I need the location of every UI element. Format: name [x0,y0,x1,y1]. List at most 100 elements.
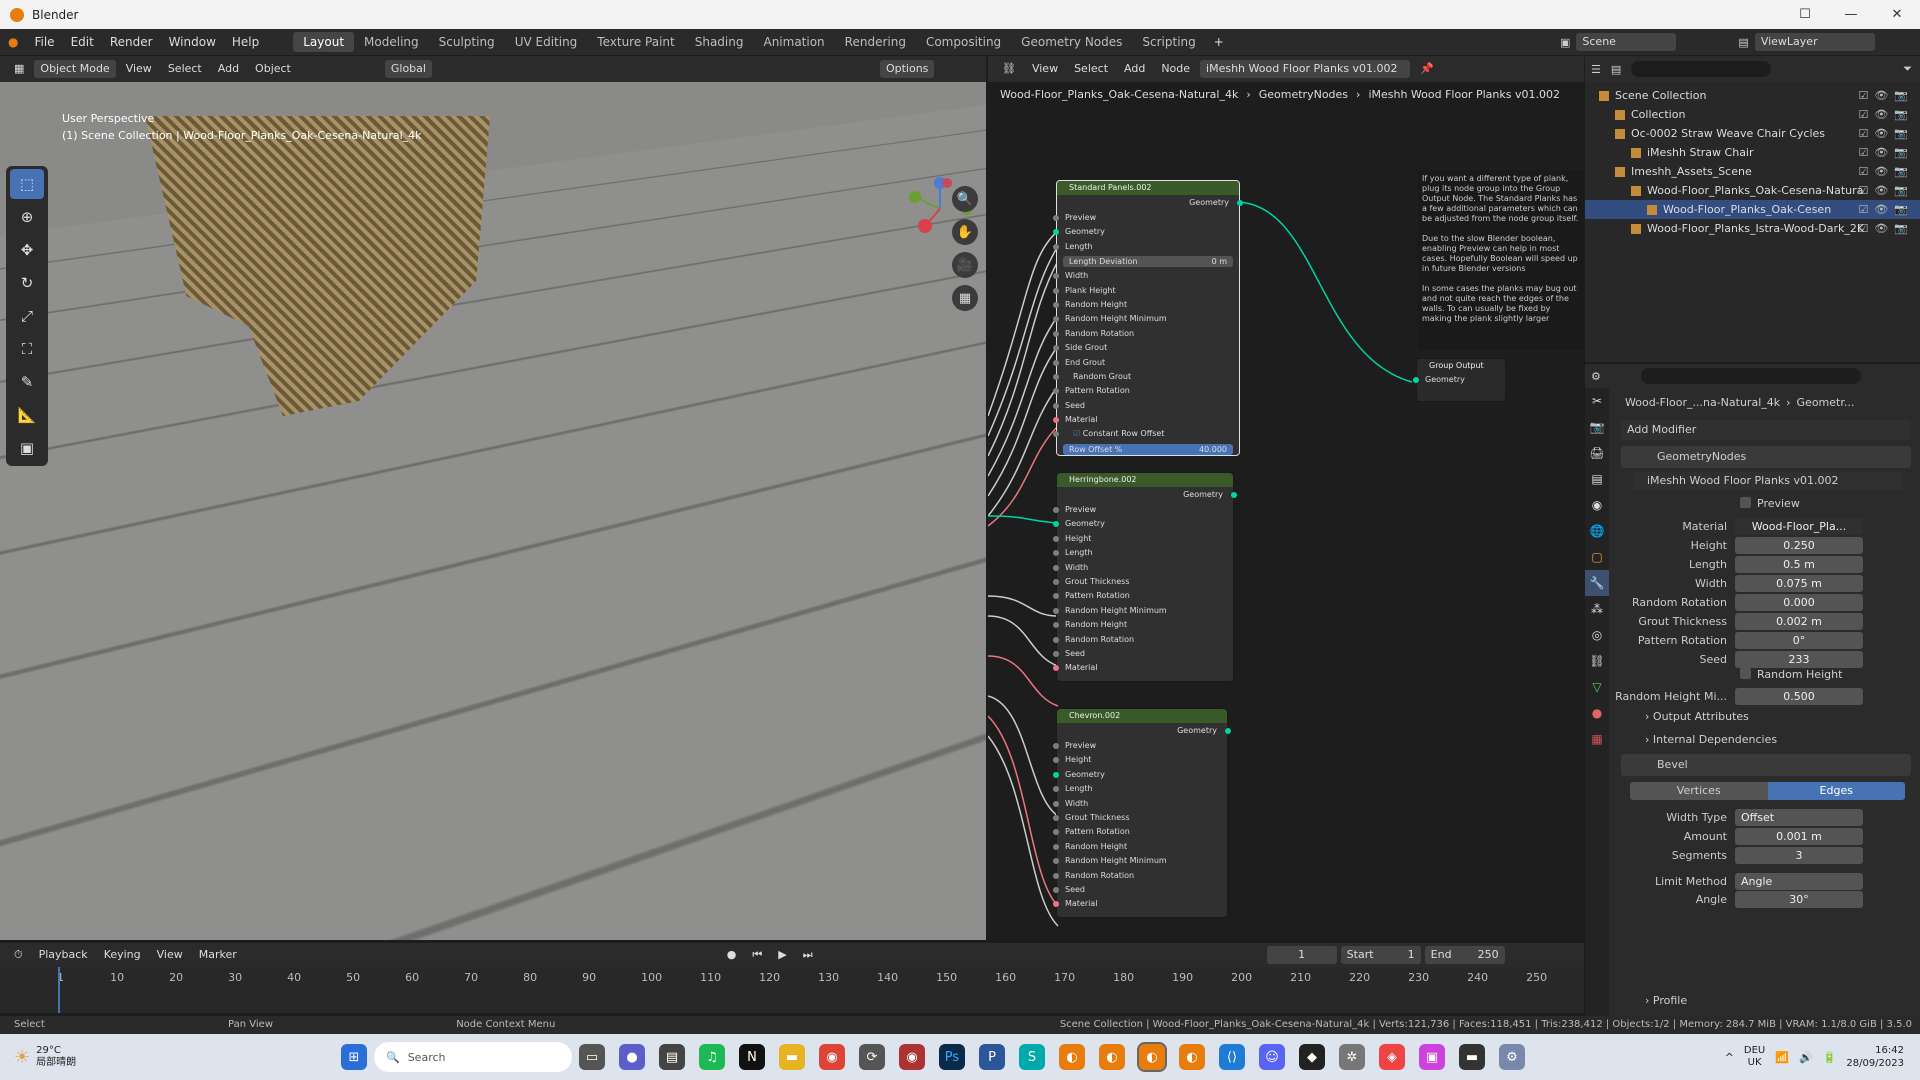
input-socket-material[interactable]: Material [1053,661,1233,675]
viewport-menu-select[interactable]: Select [162,60,208,78]
rotate-icon[interactable]: ↻ [10,268,44,298]
editor-type-icon[interactable]: ▦ [8,60,30,78]
input-socket-seed[interactable]: Seed [1053,883,1227,897]
current-frame-field[interactable]: 1 [1266,946,1337,964]
spotify-icon[interactable]: ♫ [699,1044,725,1070]
windows-start-icon[interactable]: ⊞ [341,1044,367,1070]
outliner-item[interactable]: Scene Collection ☑👁📷 [1585,86,1920,105]
jump-start-icon[interactable]: ⏮ [746,946,768,964]
menu-file[interactable]: File [26,35,62,49]
output-tab-icon[interactable]: 🖨 [1585,440,1609,466]
blender-taskbar-icon[interactable]: ◐ [1059,1044,1085,1070]
field-value[interactable]: Offset [1735,808,1863,826]
object-mode-dropdown[interactable]: Object Mode [34,60,116,78]
sync-icon[interactable]: ⟳ [859,1044,885,1070]
input-socket-height[interactable]: Height [1053,753,1227,767]
outliner-item[interactable]: Imeshh_Assets_Scene ☑👁📷 [1585,162,1920,181]
profile-panel[interactable]: › Profile [1645,994,1687,1007]
tab-modeling[interactable]: Modeling [354,32,429,52]
tab-compositing[interactable]: Compositing [916,32,1011,52]
editor-type-icon[interactable]: ⛓ [996,60,1022,78]
clock[interactable]: 16:42 28/09/2023 [1846,1044,1904,1070]
input-socket-random-height[interactable]: Random Height [1053,840,1227,854]
input-socket-width[interactable]: Width [1053,561,1233,575]
input-socket-seed[interactable]: Seed [1053,647,1233,661]
display-mode-icon[interactable]: ▤ [1611,63,1621,76]
chrome-icon[interactable]: ◉ [819,1044,845,1070]
blender-menu-icon[interactable]: ● [0,35,26,49]
terminal-icon[interactable]: ▬ [1459,1044,1485,1070]
preview-checkbox[interactable]: Preview [1740,497,1800,510]
tab-rendering[interactable]: Rendering [835,32,916,52]
publisher-icon[interactable]: P [979,1044,1005,1070]
chrome-dev-icon[interactable]: ◉ [899,1044,925,1070]
file-explorer-icon[interactable]: ▬ [779,1044,805,1070]
input-socket-length[interactable]: Length [1053,546,1233,560]
maximize-button[interactable]: ☐ [1782,0,1828,29]
blender-taskbar-icon-active[interactable]: ◐ [1137,1042,1167,1072]
input-socket-side-grout[interactable]: Side Grout [1053,341,1239,355]
node-output-geometry[interactable]: Geometry [1057,195,1243,211]
input-socket-random-height[interactable]: Random Height [1053,298,1239,312]
filter-icon[interactable]: ⏷ [1903,62,1912,76]
outliner-item[interactable]: Wood-Floor_Planks_Istra-Wood-Dark_2K ☑👁📷 [1585,219,1920,238]
input-socket-random-rotation[interactable]: Random Rotation [1053,869,1227,883]
outliner-item[interactable]: Wood-Floor_Planks_Oak-Cesena-Natura ☑👁📷 [1585,181,1920,200]
field-value[interactable]: 0.250 [1735,536,1863,554]
group-output-geometry-socket[interactable]: Geometry [1413,373,1505,387]
input-socket-seed[interactable]: Seed [1053,399,1239,413]
marker-menu[interactable]: Marker [193,946,243,964]
visibility-icons[interactable]: ☑👁📷 [1858,200,1914,219]
record-icon[interactable]: ● [721,946,743,964]
task-view-icon[interactable]: ▭ [579,1044,605,1070]
add-cube-icon[interactable]: ▣ [10,433,44,463]
input-socket-pattern-rotation[interactable]: Pattern Rotation [1053,384,1239,398]
node-menu-view[interactable]: View [1026,60,1064,78]
node-menu-node[interactable]: Node [1155,60,1196,78]
render-tab-icon[interactable]: 📷 [1585,414,1609,440]
keyboard-language[interactable]: DEU UK [1744,1045,1765,1069]
blender-taskbar-icon-2[interactable]: ◐ [1099,1044,1125,1070]
app-icon[interactable]: ▤ [659,1044,685,1070]
input-socket-width[interactable]: Width [1053,269,1239,283]
scene-tab-icon[interactable]: ◉ [1585,492,1609,518]
timeline-view-menu[interactable]: View [151,946,189,964]
minimize-button[interactable]: — [1828,0,1874,29]
outliner-item[interactable]: Wood-Floor_Planks_Oak-Cesen ☑👁📷 [1585,200,1920,219]
node-output-geometry[interactable]: Geometry [1057,723,1231,739]
tab-scripting[interactable]: Scripting [1132,32,1205,52]
input-socket-random-rotation[interactable]: Random Rotation [1053,327,1239,341]
menu-help[interactable]: Help [224,35,267,49]
visibility-icons[interactable]: ☑👁📷 [1858,86,1914,105]
camera-icon[interactable]: 🎥 [952,252,978,278]
texture-tab-icon[interactable]: ▦ [1585,726,1609,752]
annotate-icon[interactable]: ✎ [10,367,44,397]
app-s-icon[interactable]: S [1019,1044,1045,1070]
random-grout-checkbox[interactable]: Random Grout [1053,370,1239,384]
close-button[interactable]: ✕ [1874,0,1920,29]
blender-taskbar-icon-3[interactable]: ◐ [1179,1044,1205,1070]
tab-uv-editing[interactable]: UV Editing [505,32,588,52]
vscode-icon[interactable]: ⟨⟩ [1219,1044,1245,1070]
field-value[interactable]: 0.075 m [1735,574,1863,592]
move-icon[interactable]: ✥ [10,235,44,265]
play-icon[interactable]: ▶ [772,946,792,964]
bevel-modifier-header[interactable]: Bevel [1621,754,1911,776]
wifi-icon[interactable]: 📶 [1775,1051,1789,1064]
cursor-icon[interactable]: ⊕ [10,202,44,232]
node-tree-selector[interactable]: iMeshh Wood Floor Planks v01.002 [1200,60,1411,78]
input-socket-material[interactable]: Material [1053,897,1227,911]
scale-icon[interactable]: ⤢ [10,301,44,331]
node-herringbone[interactable]: Herringbone.002 Geometry Preview Geometry… [1053,472,1237,682]
properties-search-input[interactable] [1640,368,1861,384]
properties-editor-icon[interactable]: ⚙ [1591,370,1601,383]
input-socket-geometry[interactable]: Geometry [1053,225,1239,239]
unity-icon[interactable]: ◆ [1299,1044,1325,1070]
battery-icon[interactable]: 🔋 [1823,1051,1837,1064]
random-height-min-field[interactable]: 0.500 [1735,687,1863,705]
tab-texture-paint[interactable]: Texture Paint [587,32,684,52]
input-socket-material[interactable]: Material [1053,413,1239,427]
input-socket-random-height-minimum[interactable]: Random Height Minimum [1053,312,1239,326]
select-box-icon[interactable]: ⬚ [10,169,44,199]
edges-tab[interactable]: Edges [1767,782,1905,800]
